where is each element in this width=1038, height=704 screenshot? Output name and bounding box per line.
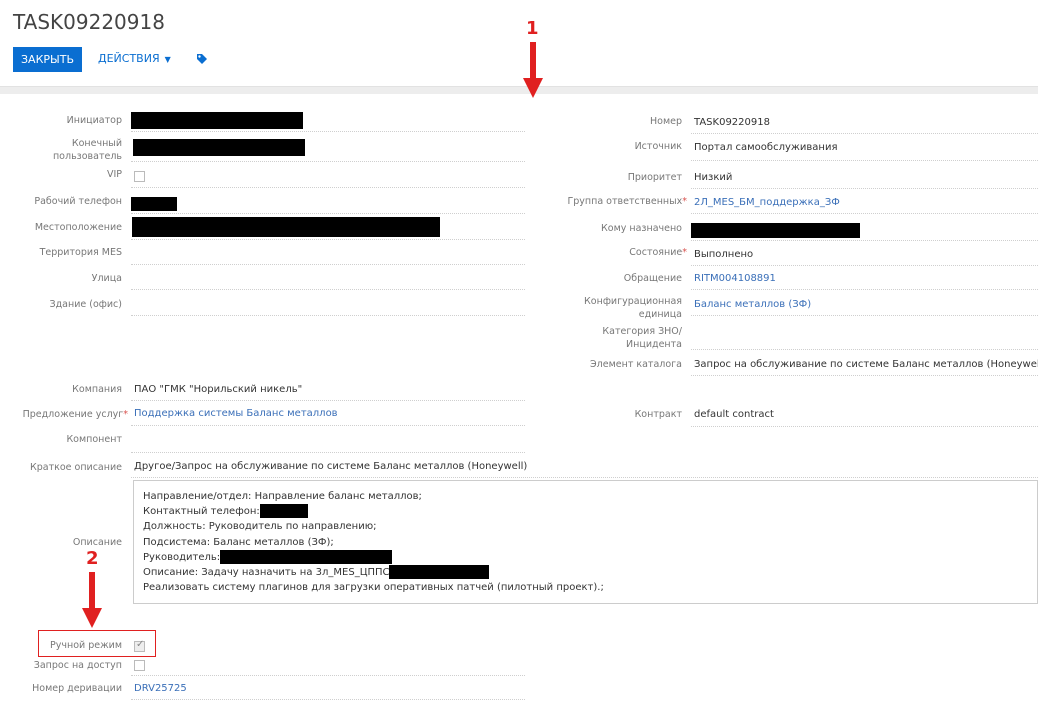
header-divider xyxy=(0,86,1038,94)
ci-link[interactable]: Баланс металлов (ЗФ) xyxy=(694,298,811,312)
close-button[interactable]: ЗАКРЫТЬ xyxy=(13,47,82,72)
derivation-label: Номер деривации xyxy=(32,683,122,694)
contract-value[interactable]: default contract xyxy=(694,408,774,422)
access-request-checkbox[interactable] xyxy=(134,660,145,671)
component-label: Компонент xyxy=(66,434,122,445)
catalog-label: Элемент каталога xyxy=(590,359,682,370)
assigned-label: Кому назначено xyxy=(601,223,682,234)
desc-line: Руководитель: xyxy=(143,549,1028,565)
request-link[interactable]: RITM004108891 xyxy=(694,272,776,286)
source-label: Источник xyxy=(634,141,682,152)
annotation-highlight-box xyxy=(38,630,156,657)
derivation-link[interactable]: DRV25725 xyxy=(134,682,187,696)
company-label: Компания xyxy=(72,384,122,395)
desc-line: Должность: Руководитель по направлению; xyxy=(143,521,377,533)
actions-menu[interactable]: ДЕЙСТВИЯ ▼ xyxy=(98,52,171,65)
service-offer-label: Предложение услуг* xyxy=(22,409,128,420)
phone-redacted xyxy=(259,504,308,519)
request-label: Обращение xyxy=(623,273,682,284)
source-value[interactable]: Портал самообслуживания xyxy=(694,141,837,155)
vip-checkbox[interactable] xyxy=(134,171,145,182)
category-label: Категория ЗНО/ Инцидента xyxy=(602,326,682,350)
territory-label: Территория MES xyxy=(39,247,122,258)
annotation-marker-2: 2 xyxy=(86,548,99,569)
desc-line: Контактный телефон: xyxy=(143,504,1028,519)
company-value[interactable]: ПАО "ГМК "Норильский никель" xyxy=(134,383,302,397)
work-phone-label: Рабочий телефон xyxy=(34,196,122,207)
service-offer-link[interactable]: Поддержка системы Баланс металлов xyxy=(134,407,338,421)
chevron-down-icon: ▼ xyxy=(164,55,171,64)
desc-line: Реализовать систему плагинов для загрузк… xyxy=(143,582,604,594)
access-request-label: Запрос на доступ xyxy=(33,660,122,671)
work-phone-redacted[interactable] xyxy=(131,197,177,211)
desc-line: Направление/отдел: Направление баланс ме… xyxy=(143,491,422,502)
assignee-redacted xyxy=(388,565,489,580)
state-label: Состояние* xyxy=(629,247,687,258)
end-user-redacted[interactable] xyxy=(133,139,305,156)
required-marker: * xyxy=(682,196,687,207)
tag-icon[interactable] xyxy=(195,52,209,66)
short-desc-label: Краткое описание xyxy=(29,462,122,473)
catalog-value[interactable]: Запрос на обслуживание по системе Баланс… xyxy=(694,358,1038,372)
number-label: Номер xyxy=(650,116,682,127)
end-user-label: Конечный пользователь xyxy=(52,138,122,162)
priority-label: Приоритет xyxy=(627,172,682,183)
initiator-redacted[interactable] xyxy=(131,112,303,129)
assigned-redacted[interactable] xyxy=(691,223,860,238)
required-marker: * xyxy=(682,247,687,258)
contract-label: Контракт xyxy=(634,409,682,420)
state-value[interactable]: Выполнено xyxy=(694,248,753,262)
building-label: Здание (офис) xyxy=(49,299,122,310)
group-label: Группа ответственных* xyxy=(567,196,687,207)
annotation-arrow-1 xyxy=(523,42,543,98)
street-label: Улица xyxy=(91,273,122,284)
initiator-label: Инициатор xyxy=(66,115,122,126)
desc-line: Описание: Задачу назначить на 3л_MES_ЦПП… xyxy=(143,565,1028,580)
description-textarea[interactable]: Направление/отдел: Направление баланс ме… xyxy=(133,480,1038,604)
group-link[interactable]: 2Л_MES_БМ_поддержка_ЗФ xyxy=(694,196,840,210)
actions-label: ДЕЙСТВИЯ xyxy=(98,52,160,65)
desc-line: Подсистема: Баланс металлов (ЗФ); xyxy=(143,536,334,548)
priority-value[interactable]: Низкий xyxy=(694,171,732,185)
location-redacted[interactable] xyxy=(132,217,440,237)
number-value[interactable]: TASK09220918 xyxy=(694,116,770,130)
description-label: Описание xyxy=(72,537,122,548)
annotation-arrow-2 xyxy=(82,572,102,628)
manager-redacted xyxy=(220,549,393,564)
short-desc-value[interactable]: Другое/Запрос на обслуживание по системе… xyxy=(134,460,527,474)
location-label: Местоположение xyxy=(34,222,122,233)
ci-label: Конфигурационная единица xyxy=(584,296,682,320)
required-marker: * xyxy=(123,409,128,420)
page-title: TASK09220918 xyxy=(13,10,165,34)
annotation-marker-1: 1 xyxy=(526,18,539,39)
vip-label: VIP xyxy=(106,169,122,180)
